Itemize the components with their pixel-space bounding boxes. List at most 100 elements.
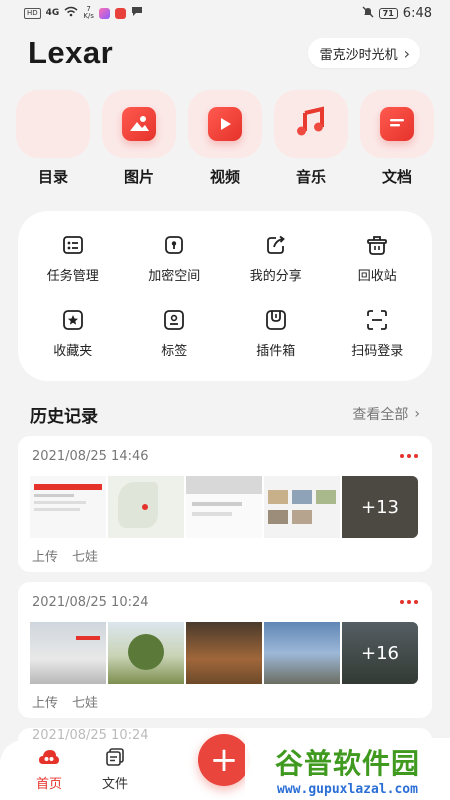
view-all-link[interactable]: 查看全部 › bbox=[352, 404, 420, 424]
category-label: 视频 bbox=[209, 168, 240, 186]
photo-thumbnail[interactable] bbox=[30, 476, 106, 538]
nav-home[interactable]: 首页 bbox=[36, 748, 62, 792]
hd-badge: HD bbox=[24, 7, 41, 19]
nav-files-label: 文件 bbox=[102, 777, 129, 792]
plus-icon: + bbox=[209, 740, 239, 780]
watermark: 谷普软件园 www.gupuxlazal.com bbox=[245, 738, 450, 800]
message-icon bbox=[131, 6, 143, 20]
photo-thumbnail[interactable] bbox=[186, 622, 262, 684]
tool-label: 任务管理 bbox=[46, 268, 99, 284]
category-tile bbox=[360, 90, 434, 158]
app-notification-icon bbox=[114, 7, 126, 19]
tool-tags[interactable]: 标签 bbox=[124, 296, 226, 371]
photo-thumbnail[interactable] bbox=[186, 476, 262, 538]
category-tile bbox=[16, 90, 90, 158]
history-record[interactable]: 2021/08/25 10:24 +16 上传 七娃 bbox=[18, 582, 432, 718]
tool-label: 标签 bbox=[161, 343, 188, 359]
category-row: 目录 图片 视频 音乐 文档 bbox=[16, 90, 434, 187]
photo-thumbnail[interactable]: +16 bbox=[342, 622, 418, 684]
record-header: 2021/08/25 10:24 bbox=[18, 582, 432, 622]
tools-card: 任务管理 加密空间 我的分享 回收站 收藏夹 标签 插件箱 扫码登录 bbox=[18, 211, 432, 381]
category-images[interactable]: 图片 bbox=[102, 90, 176, 187]
device-name: 雷克沙时光机 bbox=[319, 47, 398, 63]
photo-thumbnail[interactable] bbox=[108, 622, 184, 684]
tool-scan-login[interactable]: 扫码登录 bbox=[327, 296, 429, 371]
app-header: Lexar 雷克沙时光机 › bbox=[28, 35, 420, 70]
history-record[interactable]: 2021/08/25 14:46 +13 上传 七娃 bbox=[18, 436, 432, 572]
tool-favorites[interactable]: 收藏夹 bbox=[22, 296, 124, 371]
history-header: 历史记录 查看全部 › bbox=[30, 401, 420, 427]
star-icon bbox=[62, 309, 84, 331]
status-bar: HD 4G 7 K/s 71 6:48 bbox=[0, 0, 450, 26]
watermark-url: www.gupuxlazal.com bbox=[277, 781, 418, 797]
wifi-icon bbox=[64, 6, 78, 20]
photo-thumbnail[interactable]: +13 bbox=[342, 476, 418, 538]
chevron-right-icon: › bbox=[403, 43, 410, 63]
scan-icon bbox=[366, 309, 388, 331]
watermark-title: 谷普软件园 bbox=[274, 746, 420, 780]
category-label: 音乐 bbox=[295, 168, 326, 186]
mute-bell-icon bbox=[362, 6, 374, 21]
nav-files[interactable]: 文件 bbox=[102, 748, 128, 792]
net-speed: 7 K/s bbox=[83, 6, 94, 20]
play-icon bbox=[208, 107, 242, 141]
document-icon bbox=[380, 107, 414, 141]
tool-label: 回收站 bbox=[357, 268, 397, 284]
lock-icon bbox=[163, 234, 185, 256]
photo-thumbnail[interactable] bbox=[108, 476, 184, 538]
tool-plugin-box[interactable]: 插件箱 bbox=[225, 296, 327, 371]
record-meta: 上传 七娃 bbox=[18, 684, 432, 718]
image-icon bbox=[122, 107, 156, 141]
grid-icon bbox=[37, 108, 69, 140]
category-directory[interactable]: 目录 bbox=[16, 90, 90, 187]
share-icon bbox=[265, 234, 287, 256]
more-options-icon[interactable] bbox=[400, 600, 418, 604]
task-list-icon bbox=[62, 234, 84, 256]
tag-icon bbox=[163, 309, 185, 331]
tool-label: 扫码登录 bbox=[351, 343, 404, 359]
tool-label: 加密空间 bbox=[148, 268, 201, 284]
record-action: 上传 bbox=[32, 549, 59, 565]
record-user: 七娃 bbox=[72, 549, 99, 565]
category-music[interactable]: 音乐 bbox=[274, 90, 348, 187]
photo-thumbnail[interactable] bbox=[264, 622, 340, 684]
trash-icon bbox=[366, 234, 388, 256]
category-tile bbox=[274, 90, 348, 158]
device-selector[interactable]: 雷克沙时光机 › bbox=[307, 38, 420, 68]
history-title: 历史记录 bbox=[30, 406, 98, 427]
record-date: 2021/08/25 14:46 bbox=[32, 448, 149, 464]
tool-my-share[interactable]: 我的分享 bbox=[225, 221, 327, 296]
more-photos-count: +16 bbox=[342, 622, 418, 684]
signal-indicator: 4G bbox=[45, 8, 60, 18]
tool-encrypted-space[interactable]: 加密空间 bbox=[124, 221, 226, 296]
category-label: 文档 bbox=[381, 168, 412, 186]
more-photos-count: +13 bbox=[342, 476, 418, 538]
tool-task-management[interactable]: 任务管理 bbox=[22, 221, 124, 296]
thumbnail-strip: +13 bbox=[18, 476, 432, 538]
category-documents[interactable]: 文档 bbox=[360, 90, 434, 187]
tool-label: 插件箱 bbox=[256, 343, 296, 359]
lexar-logo: Lexar bbox=[28, 35, 114, 70]
category-tile bbox=[102, 90, 176, 158]
category-videos[interactable]: 视频 bbox=[188, 90, 262, 187]
add-button[interactable]: + bbox=[198, 734, 250, 786]
category-label: 图片 bbox=[123, 168, 154, 186]
battery-indicator: 71 bbox=[378, 7, 398, 19]
record-user: 七娃 bbox=[72, 695, 99, 711]
tool-label: 收藏夹 bbox=[53, 343, 93, 359]
record-date: 2021/08/25 10:24 bbox=[32, 594, 149, 610]
photo-thumbnail[interactable] bbox=[264, 476, 340, 538]
chevron-right-icon: › bbox=[414, 406, 420, 422]
photo-thumbnail[interactable] bbox=[30, 622, 106, 684]
clock: 6:48 bbox=[402, 5, 432, 21]
net-speed-unit: K/s bbox=[83, 12, 94, 20]
plugin-icon bbox=[265, 309, 287, 331]
more-options-icon[interactable] bbox=[400, 454, 418, 458]
thumbnail-strip: +16 bbox=[18, 622, 432, 684]
record-header: 2021/08/25 14:46 bbox=[18, 436, 432, 476]
home-cloud-icon bbox=[38, 748, 60, 770]
app-notification-icon bbox=[98, 7, 110, 19]
tool-label: 我的分享 bbox=[249, 268, 302, 284]
view-all-label: 查看全部 bbox=[352, 407, 409, 423]
tool-recycle-bin[interactable]: 回收站 bbox=[327, 221, 429, 296]
